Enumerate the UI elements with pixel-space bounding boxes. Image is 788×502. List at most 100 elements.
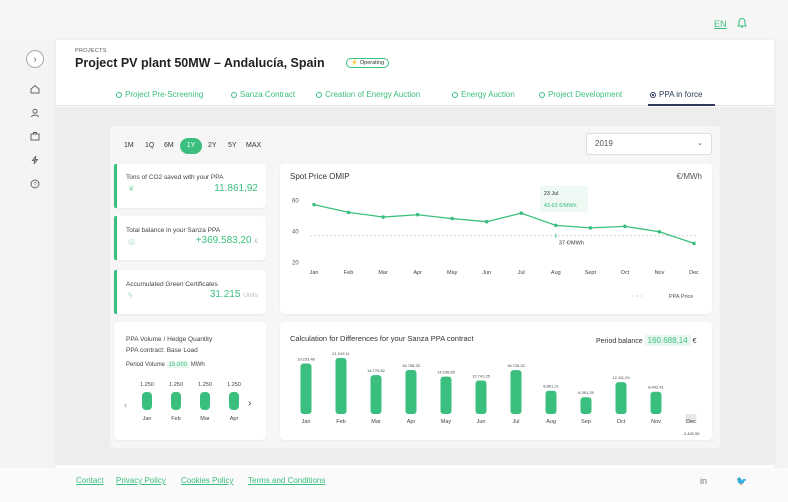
volume-subtitle: PPA contract: Base Load [126, 347, 198, 354]
range-1q[interactable]: 1Q [145, 138, 154, 154]
x-tick-label: Sep [581, 419, 591, 425]
tab-label: Creation of Energy Auction [325, 90, 421, 99]
tab-sanza-contract[interactable]: Sanza Contract [231, 90, 295, 99]
cfd-data-label: 12.741,25 [472, 374, 491, 379]
x-tick-label: Jan [310, 270, 319, 276]
range-1y[interactable]: 1Y [180, 138, 202, 154]
cfd-bar[interactable] [440, 376, 452, 414]
bolt-icon[interactable] [26, 151, 44, 169]
cfd-data-label: 8.492,41 [648, 385, 664, 390]
cfd-data-label: 6.391,25 [578, 390, 594, 395]
cfd-bar[interactable] [615, 382, 627, 414]
x-tick-label: Mar [371, 419, 381, 425]
spot-point[interactable] [484, 219, 489, 224]
cfd-bar[interactable] [650, 391, 662, 414]
cfd-bar[interactable] [335, 358, 347, 414]
cfd-bar[interactable] [300, 363, 312, 414]
period-balance-value: 160.688,14 [644, 335, 691, 346]
balance-label: Total balance in your Sanza PPA [126, 227, 221, 234]
range-2y[interactable]: 2Y [208, 138, 217, 154]
cfd-bar[interactable] [580, 397, 592, 414]
spot-point[interactable] [519, 211, 524, 215]
check-icon [452, 91, 458, 98]
tab-creation-auction[interactable]: Creation of Energy Auction [316, 90, 420, 99]
cookies-link[interactable]: Cookies Policy [181, 476, 233, 485]
range-5y[interactable]: 5Y [228, 138, 237, 154]
accent-bar [114, 270, 117, 314]
volume-bar[interactable] [200, 392, 210, 410]
cfd-data-label: -3.400,55 [683, 431, 701, 436]
terms-link[interactable]: Terms and Conditions [248, 476, 325, 485]
x-tick-label: Oct [621, 270, 630, 276]
spot-point[interactable] [692, 241, 696, 246]
cfd-bar[interactable] [475, 380, 487, 414]
tab-energy-auction[interactable]: Energy Auction [452, 90, 515, 99]
bell-icon[interactable] [736, 17, 748, 29]
privacy-link[interactable]: Privacy Policy [116, 476, 166, 485]
expand-icon[interactable]: › [26, 50, 44, 68]
spot-point[interactable] [450, 216, 454, 221]
year-select[interactable]: 2019 ⌄ [586, 133, 712, 155]
spot-point[interactable] [346, 210, 351, 215]
volume-bar[interactable] [171, 392, 181, 410]
twitter-icon[interactable]: 🐦 [736, 476, 747, 487]
range-1m[interactable]: 1M [124, 138, 134, 154]
user-icon[interactable] [26, 104, 44, 122]
chevron-right-icon[interactable]: › [248, 398, 251, 409]
x-tick-label: Feb [336, 419, 345, 425]
legend-label: PPA Price [669, 294, 693, 300]
spot-price-chart: 20 40 60 Jan Feb Mar Apr May Jun Jul Aug Sept Oct Nov… [292, 186, 699, 300]
project-tabs: Project Pre-Screening Sanza Contract Cre… [56, 84, 774, 106]
x-tick-label: Dec [689, 270, 699, 276]
volume-month-label: Feb [171, 416, 180, 422]
contact-link[interactable]: Contact [76, 476, 104, 485]
x-tick-label: Oct [617, 419, 626, 425]
volume-bar[interactable] [229, 392, 239, 410]
x-tick-label: Dec [686, 419, 696, 425]
certs-label: Accumulated Green Certificates [126, 281, 218, 288]
spot-point[interactable] [623, 224, 627, 229]
volume-value-label: 1.250 [140, 382, 154, 388]
spot-point[interactable] [415, 212, 420, 217]
bolt-icon: ϟ [128, 291, 133, 300]
cfd-data-label: 12.111,29 [612, 375, 630, 380]
year-value: 2019 [595, 139, 613, 148]
cfd-data-label: 14.779,62 [367, 368, 386, 373]
spot-point[interactable] [381, 215, 385, 219]
linkedin-icon[interactable]: in [700, 476, 707, 486]
x-tick-label: Apr [413, 270, 422, 276]
breadcrumb[interactable]: PROJECTS [75, 48, 107, 54]
spot-point[interactable] [312, 202, 316, 207]
language-switch[interactable]: EN [714, 19, 727, 29]
top-bar [0, 0, 788, 40]
tab-label: Sanza Contract [240, 90, 296, 99]
spot-point[interactable] [554, 223, 558, 228]
x-tick-label: May [447, 270, 458, 276]
tab-pre-screening[interactable]: Project Pre-Screening [116, 90, 203, 99]
cfd-bar[interactable] [405, 369, 417, 414]
range-max[interactable]: MAX [246, 138, 261, 154]
cfd-data-label: 16.726,22 [507, 363, 526, 368]
x-tick-label: Nov [655, 270, 665, 276]
help-icon[interactable]: ? [26, 175, 44, 193]
tab-ppa-in-force[interactable]: PPA in force [650, 90, 702, 99]
volume-value-label: 1.250 [227, 382, 241, 388]
volume-bar[interactable] [142, 392, 152, 410]
cfd-bar[interactable] [370, 375, 382, 414]
co2-card: Tons of CO2 saved with your PPA ❦ 11.861… [114, 164, 266, 208]
cfd-bar[interactable] [510, 370, 522, 414]
cfd-chart: 19.233,46 Jan 21.319,11 Feb 14.779,62 Mar 16.7… [297, 351, 701, 436]
x-tick-label: Jun [477, 419, 486, 425]
x-tick-label: Jun [482, 270, 491, 276]
chevron-left-icon[interactable]: ‹ [124, 400, 127, 410]
period-balance-label: Period balance [596, 338, 643, 345]
x-tick-label: Nov [651, 419, 661, 425]
cfd-bar[interactable] [545, 390, 557, 414]
range-6m[interactable]: 6M [164, 138, 174, 154]
spot-point[interactable] [657, 229, 662, 234]
tab-label: Project Development [548, 90, 623, 99]
home-icon[interactable] [26, 80, 44, 98]
briefcase-icon[interactable] [26, 127, 44, 145]
spot-point[interactable] [588, 226, 593, 230]
tab-project-development[interactable]: Project Development [539, 90, 622, 99]
